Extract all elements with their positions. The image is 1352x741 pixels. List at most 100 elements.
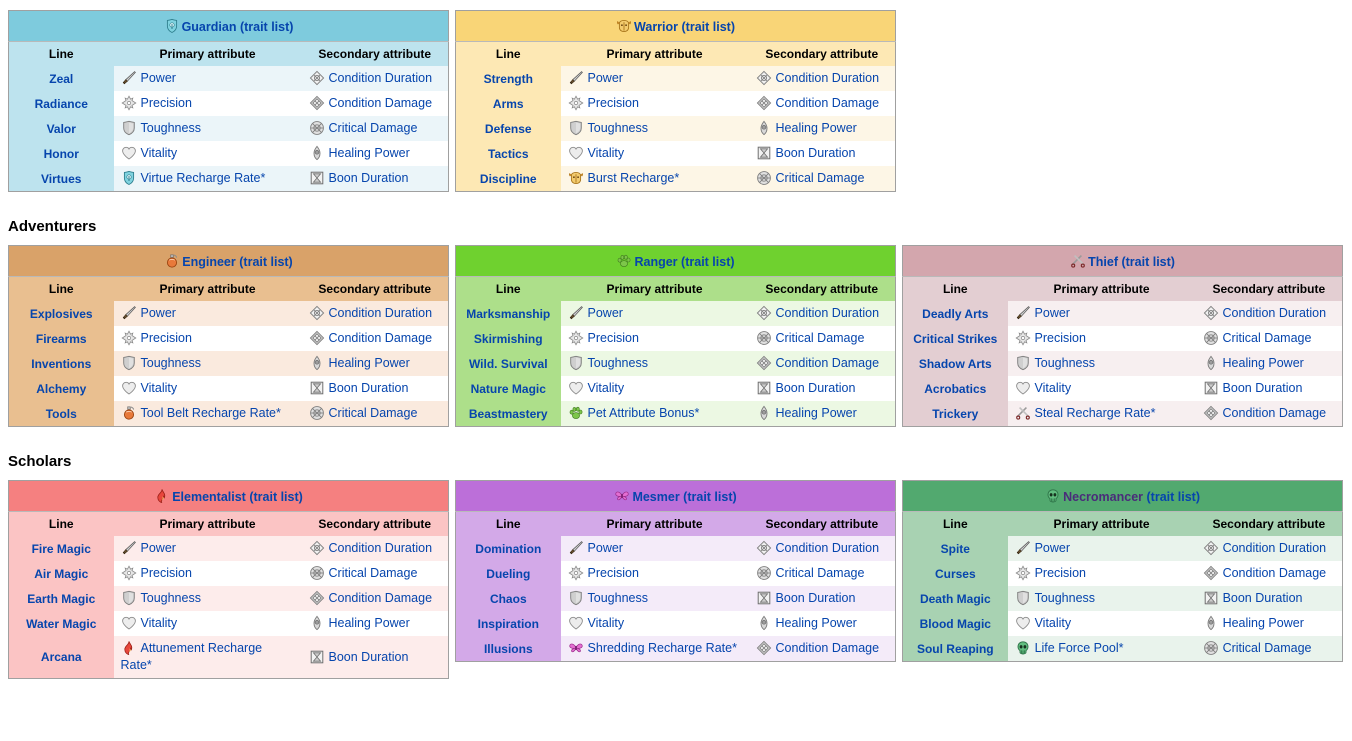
trait-line-link[interactable]: Inspiration [478, 617, 539, 631]
primary-attribute-link[interactable]: Precision [588, 96, 639, 110]
trait-line-link[interactable]: Discipline [480, 172, 537, 186]
primary-attribute-link[interactable]: Attunement Recharge Rate* [121, 641, 263, 672]
secondary-attribute-link[interactable]: Critical Damage [776, 331, 865, 345]
secondary-attribute-link[interactable]: Condition Damage [329, 96, 433, 110]
profession-link-engineer[interactable]: Engineer [182, 255, 236, 269]
trait-line-link[interactable]: Illusions [484, 642, 533, 656]
trait-line-link[interactable]: Domination [475, 542, 541, 556]
trait-list-link-thief[interactable]: (trait list) [1121, 255, 1174, 269]
primary-attribute-link[interactable]: Power [141, 541, 176, 555]
primary-attribute-link[interactable]: Toughness [141, 356, 201, 370]
primary-attribute-link[interactable]: Toughness [1035, 591, 1095, 605]
secondary-attribute-link[interactable]: Boon Duration [329, 650, 409, 664]
secondary-attribute-link[interactable]: Healing Power [329, 356, 410, 370]
primary-attribute-link[interactable]: Power [588, 541, 623, 555]
trait-list-link-engineer[interactable]: (trait list) [239, 255, 292, 269]
trait-line-link[interactable]: Trickery [932, 407, 978, 421]
trait-line-link[interactable]: Arms [493, 97, 524, 111]
secondary-attribute-link[interactable]: Condition Damage [776, 356, 880, 370]
profession-link-guardian[interactable]: Guardian [182, 20, 237, 34]
secondary-attribute-link[interactable]: Critical Damage [1223, 641, 1312, 655]
trait-line-link[interactable]: Water Magic [26, 617, 96, 631]
secondary-attribute-link[interactable]: Critical Damage [329, 121, 418, 135]
secondary-attribute-link[interactable]: Condition Duration [776, 541, 880, 555]
primary-attribute-link[interactable]: Toughness [588, 356, 648, 370]
trait-line-link[interactable]: Valor [47, 122, 76, 136]
secondary-attribute-link[interactable]: Healing Power [329, 146, 410, 160]
profession-link-mesmer[interactable]: Mesmer [632, 490, 679, 504]
trait-line-link[interactable]: Arcana [41, 650, 82, 664]
secondary-attribute-link[interactable]: Healing Power [1223, 616, 1304, 630]
secondary-attribute-link[interactable]: Healing Power [1223, 356, 1304, 370]
primary-attribute-link[interactable]: Vitality [588, 146, 625, 160]
primary-attribute-link[interactable]: Power [1035, 541, 1070, 555]
primary-attribute-link[interactable]: Shredding Recharge Rate* [588, 641, 737, 655]
trait-line-link[interactable]: Acrobatics [924, 382, 986, 396]
trait-line-link[interactable]: Firearms [36, 332, 87, 346]
primary-attribute-link[interactable]: Toughness [588, 121, 648, 135]
primary-attribute-link[interactable]: Precision [1035, 566, 1086, 580]
secondary-attribute-link[interactable]: Healing Power [776, 121, 857, 135]
trait-line-link[interactable]: Virtues [41, 172, 81, 186]
trait-line-link[interactable]: Critical Strikes [913, 332, 997, 346]
primary-attribute-link[interactable]: Precision [588, 331, 639, 345]
primary-attribute-link[interactable]: Tool Belt Recharge Rate* [141, 406, 281, 420]
secondary-attribute-link[interactable]: Condition Duration [776, 71, 880, 85]
secondary-attribute-link[interactable]: Boon Duration [776, 591, 856, 605]
primary-attribute-link[interactable]: Power [141, 71, 176, 85]
secondary-attribute-link[interactable]: Condition Duration [1223, 541, 1327, 555]
trait-line-link[interactable]: Marksmanship [466, 307, 550, 321]
profession-link-warrior[interactable]: Warrior [634, 20, 678, 34]
trait-list-link-warrior[interactable]: (trait list) [682, 20, 735, 34]
trait-line-link[interactable]: Fire Magic [32, 542, 91, 556]
primary-attribute-link[interactable]: Toughness [588, 591, 648, 605]
trait-line-link[interactable]: Soul Reaping [917, 642, 994, 656]
secondary-attribute-link[interactable]: Critical Damage [776, 171, 865, 185]
primary-attribute-link[interactable]: Toughness [141, 121, 201, 135]
secondary-attribute-link[interactable]: Condition Damage [329, 331, 433, 345]
profession-link-ranger[interactable]: Ranger [634, 255, 677, 269]
trait-line-link[interactable]: Honor [44, 147, 79, 161]
trait-line-link[interactable]: Spite [941, 542, 970, 556]
trait-line-link[interactable]: Curses [935, 567, 976, 581]
primary-attribute-link[interactable]: Power [588, 71, 623, 85]
trait-line-link[interactable]: Chaos [490, 592, 527, 606]
secondary-attribute-link[interactable]: Critical Damage [329, 406, 418, 420]
trait-line-link[interactable]: Defense [485, 122, 532, 136]
secondary-attribute-link[interactable]: Boon Duration [1223, 381, 1303, 395]
profession-link-thief[interactable]: Thief [1088, 255, 1118, 269]
secondary-attribute-link[interactable]: Boon Duration [329, 381, 409, 395]
trait-line-link[interactable]: Skirmishing [474, 332, 543, 346]
secondary-attribute-link[interactable]: Condition Duration [1223, 306, 1327, 320]
primary-attribute-link[interactable]: Vitality [141, 381, 178, 395]
profession-link-elementalist[interactable]: Elementalist [172, 490, 246, 504]
trait-line-link[interactable]: Tools [46, 407, 77, 421]
trait-line-link[interactable]: Alchemy [36, 382, 86, 396]
primary-attribute-link[interactable]: Precision [1035, 331, 1086, 345]
secondary-attribute-link[interactable]: Boon Duration [1223, 591, 1303, 605]
secondary-attribute-link[interactable]: Condition Damage [776, 641, 880, 655]
trait-line-link[interactable]: Nature Magic [471, 382, 546, 396]
secondary-attribute-link[interactable]: Boon Duration [776, 381, 856, 395]
secondary-attribute-link[interactable]: Healing Power [329, 616, 410, 630]
trait-line-link[interactable]: Death Magic [920, 592, 991, 606]
primary-attribute-link[interactable]: Vitality [1035, 381, 1072, 395]
primary-attribute-link[interactable]: Vitality [588, 381, 625, 395]
primary-attribute-link[interactable]: Life Force Pool* [1035, 641, 1124, 655]
trait-line-link[interactable]: Strength [484, 72, 533, 86]
trait-line-link[interactable]: Earth Magic [27, 592, 95, 606]
primary-attribute-link[interactable]: Burst Recharge* [588, 171, 680, 185]
secondary-attribute-link[interactable]: Condition Damage [329, 591, 433, 605]
trait-line-link[interactable]: Tactics [488, 147, 528, 161]
trait-line-link[interactable]: Wild. Survival [469, 357, 548, 371]
primary-attribute-link[interactable]: Vitality [588, 616, 625, 630]
primary-attribute-link[interactable]: Power [141, 306, 176, 320]
trait-line-link[interactable]: Deadly Arts [922, 307, 988, 321]
trait-list-link-elementalist[interactable]: (trait list) [249, 490, 302, 504]
trait-line-link[interactable]: Beastmastery [469, 407, 548, 421]
trait-line-link[interactable]: Shadow Arts [919, 357, 992, 371]
profession-link-necromancer[interactable]: Necromancer [1063, 490, 1143, 504]
trait-list-link-ranger[interactable]: (trait list) [681, 255, 734, 269]
trait-line-link[interactable]: Radiance [35, 97, 88, 111]
primary-attribute-link[interactable]: Pet Attribute Bonus* [588, 406, 700, 420]
